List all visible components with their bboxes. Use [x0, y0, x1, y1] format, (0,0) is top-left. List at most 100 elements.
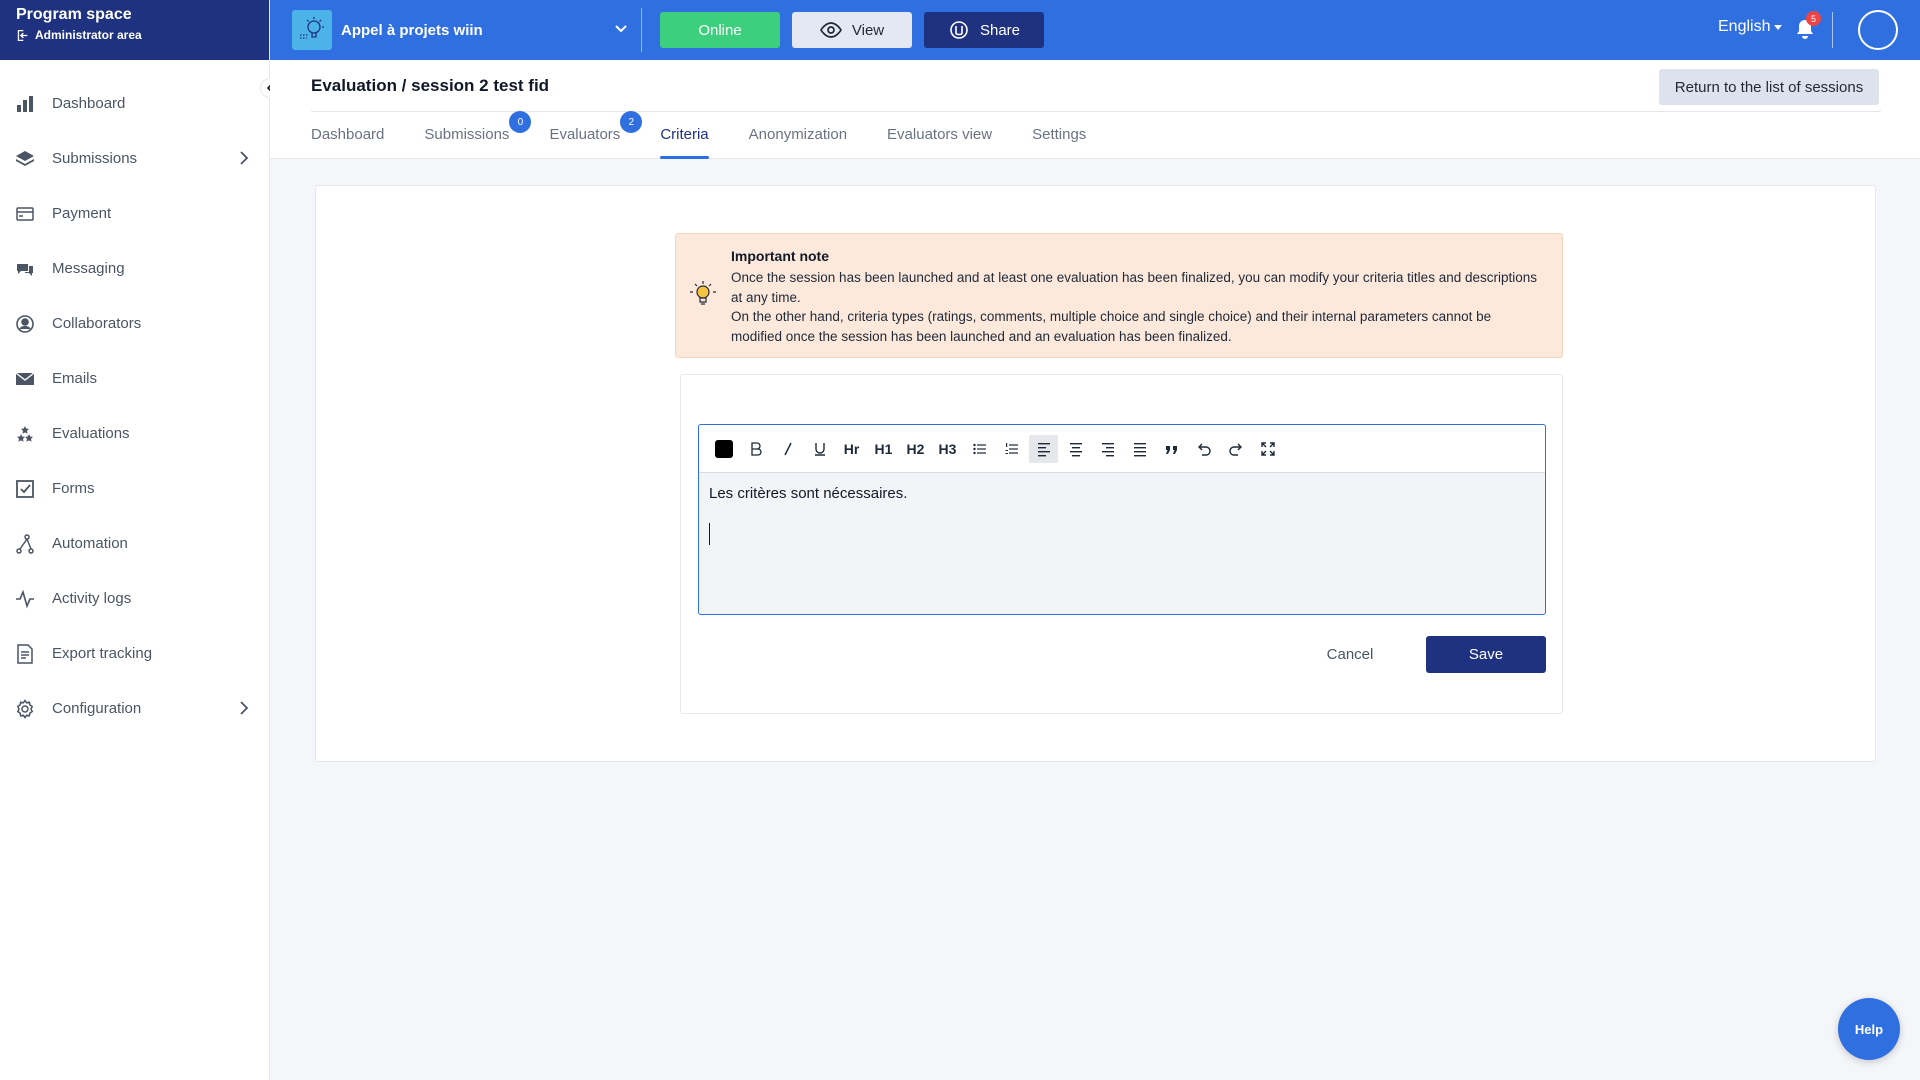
notification-count-badge: 5: [1806, 11, 1821, 26]
underline-button[interactable]: [805, 435, 834, 463]
sidebar-item-messaging[interactable]: Messaging: [0, 241, 269, 296]
sidebar-item-label: Forms: [52, 480, 95, 497]
save-label: Save: [1468, 646, 1504, 663]
project-name: Appel à projets wiin: [341, 21, 483, 39]
cancel-label: Cancel: [1326, 646, 1374, 663]
cancel-button[interactable]: Cancel: [1310, 636, 1390, 673]
help-button[interactable]: Help: [1838, 998, 1900, 1060]
tab-settings[interactable]: Settings: [1032, 126, 1086, 159]
blockquote-button[interactable]: [1157, 435, 1186, 463]
bar-chart-icon: [14, 93, 36, 115]
tab-label: Evaluators view: [887, 126, 993, 143]
return-to-sessions-button[interactable]: Return to the list of sessions: [1659, 69, 1879, 105]
tab-label: Evaluators: [549, 126, 621, 143]
header-divider: [311, 111, 1881, 112]
view-label: View: [851, 21, 885, 39]
heading-2-button[interactable]: H2: [901, 435, 930, 463]
tab-evaluators-view[interactable]: Evaluators view: [887, 126, 992, 159]
sidebar-item-dashboard[interactable]: Dashboard: [0, 76, 269, 131]
heading-1-button[interactable]: H1: [869, 435, 898, 463]
justify-button[interactable]: [1125, 435, 1154, 463]
bold-icon: [750, 441, 762, 456]
sidebar-item-label: Payment: [52, 205, 112, 222]
credit-card-icon: [14, 203, 36, 225]
view-button[interactable]: View: [792, 12, 912, 48]
caret-down-icon: [1774, 25, 1783, 30]
numbered-list-icon: [1005, 442, 1018, 454]
sidebar-item-payment[interactable]: Payment: [0, 186, 269, 241]
chat-icon: [14, 258, 36, 280]
tab-label: Criteria: [660, 126, 709, 143]
fullscreen-button[interactable]: [1253, 435, 1282, 463]
brand: Program space Administrator area: [0, 0, 269, 60]
align-left-button[interactable]: [1029, 434, 1058, 463]
administrator-area-label: Administrator area: [35, 28, 142, 42]
tab-submissions[interactable]: Submissions 0: [424, 111, 532, 159]
project-selector[interactable]: Appel à projets wiin: [292, 8, 642, 52]
page-header: Evaluation / session 2 test fid Return t…: [270, 60, 1920, 159]
online-status-button[interactable]: Online: [660, 12, 780, 48]
numbered-list-button[interactable]: [997, 435, 1026, 463]
sidebar-item-submissions[interactable]: Submissions: [0, 131, 269, 186]
undo-button[interactable]: [1189, 435, 1218, 463]
share-button[interactable]: Share: [924, 12, 1044, 48]
editor-content[interactable]: Les critères sont nécessaires.: [699, 473, 1545, 557]
tab-criteria[interactable]: Criteria: [660, 126, 710, 159]
sidebar-item-configuration[interactable]: Configuration: [0, 681, 269, 736]
editor-text: Les critères sont nécessaires.: [709, 485, 908, 502]
sidebar-nav: Dashboard Submissions Payment Messaging …: [0, 60, 269, 736]
align-left-icon: [1037, 442, 1050, 456]
administrator-area-link[interactable]: Administrator area: [16, 28, 253, 42]
italic-button[interactable]: [773, 435, 802, 463]
editor-toolbar: Hr H1 H2 H3: [699, 425, 1545, 473]
checkbox-icon: [14, 478, 36, 500]
tab-dashboard[interactable]: Dashboard: [311, 126, 384, 159]
tab-label: Anonymization: [748, 126, 848, 143]
bold-button[interactable]: [741, 435, 770, 463]
user-avatar[interactable]: [1858, 10, 1898, 50]
text-color-button[interactable]: [709, 435, 738, 463]
top-bar: Appel à projets wiin Online View Share E…: [270, 0, 1920, 60]
redo-button[interactable]: [1221, 435, 1250, 463]
share-icon: [950, 21, 968, 39]
sidebar-item-forms[interactable]: Forms: [0, 461, 269, 516]
sidebar-item-emails[interactable]: Emails: [0, 351, 269, 406]
brand-title: Program space: [16, 6, 132, 23]
sidebar-item-label: Collaborators: [52, 315, 142, 332]
bullet-list-button[interactable]: [965, 435, 994, 463]
sidebar-item-collaborators[interactable]: Collaborators: [0, 296, 269, 351]
sidebar-item-label: Emails: [52, 370, 98, 387]
sidebar-item-label: Submissions: [52, 150, 138, 167]
color-swatch: [714, 439, 733, 458]
count-badge: 0: [509, 111, 532, 133]
sidebar-item-label: Messaging: [52, 260, 125, 277]
tab-evaluators[interactable]: Evaluators 2: [549, 111, 643, 159]
save-button[interactable]: Save: [1426, 636, 1546, 673]
heading-3-button[interactable]: H3: [933, 435, 962, 463]
text-cursor: [709, 523, 710, 545]
layers-icon: [14, 148, 36, 170]
tab-anonymization[interactable]: Anonymization: [749, 126, 847, 159]
language-selector[interactable]: English: [1718, 18, 1783, 36]
note-text: Once the session has been launched and a…: [731, 268, 1541, 346]
align-center-button[interactable]: [1061, 435, 1090, 463]
exit-icon: [17, 29, 28, 41]
align-right-button[interactable]: [1093, 435, 1122, 463]
notifications-button[interactable]: 5: [1795, 11, 1821, 42]
redo-icon: [1228, 443, 1242, 456]
sidebar-item-automation[interactable]: Automation: [0, 516, 269, 571]
online-label: Online: [698, 21, 742, 39]
tab-label: Submissions: [424, 126, 510, 143]
return-label: Return to the list of sessions: [1674, 78, 1864, 96]
eye-icon: [819, 22, 842, 38]
rich-text-editor[interactable]: Hr H1 H2 H3 Les critères sont nécessaire…: [698, 424, 1546, 615]
expand-icon: [1260, 441, 1275, 456]
sidebar-item-activity-logs[interactable]: Activity logs: [0, 571, 269, 626]
quote-icon: [1165, 445, 1177, 454]
sidebar: Program space Administrator area Dashboa…: [0, 0, 270, 1080]
sidebar-item-evaluations[interactable]: Evaluations: [0, 406, 269, 461]
horizontal-rule-button[interactable]: Hr: [837, 435, 866, 463]
note-line-1: Once the session has been launched and a…: [731, 270, 1537, 305]
sidebar-item-export-tracking[interactable]: Export tracking: [0, 626, 269, 681]
document-icon: [14, 643, 36, 665]
